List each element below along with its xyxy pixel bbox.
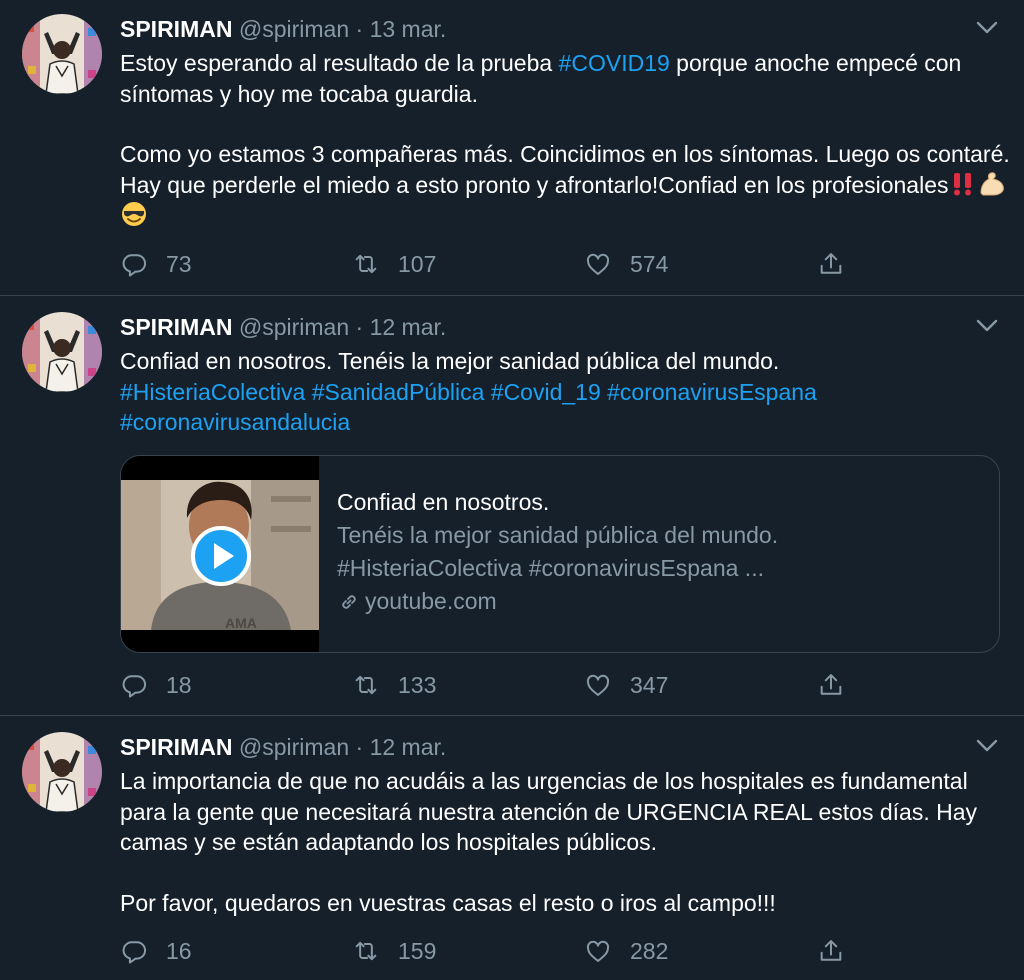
share-icon xyxy=(817,937,845,965)
tweet-header: SPIRIMAN @spiriman · 12 mar. xyxy=(120,732,446,762)
link-icon xyxy=(342,594,356,609)
hashtag-link[interactable]: #Covid_19 xyxy=(491,379,601,405)
svg-text:AMA: AMA xyxy=(225,615,257,631)
like-button[interactable]: 282 xyxy=(584,934,668,968)
tweet-text: Confiad en nosotros. Tenéis la mejor san… xyxy=(120,346,1010,438)
user-handle[interactable]: @spiriman xyxy=(239,16,349,42)
like-button[interactable]: 574 xyxy=(584,247,668,281)
display-name[interactable]: SPIRIMAN xyxy=(120,16,232,42)
share-icon xyxy=(817,671,845,699)
like-icon xyxy=(584,937,612,965)
tweet-text-part: Confiad en nosotros. Tenéis la mejor san… xyxy=(120,348,780,374)
reply-icon xyxy=(120,250,148,278)
display-name[interactable]: SPIRIMAN xyxy=(120,734,232,760)
play-icon[interactable] xyxy=(191,526,251,586)
hashtag-link[interactable]: #COVID19 xyxy=(559,50,670,76)
card-domain-text: youtube.com xyxy=(365,588,497,614)
hashtag-link[interactable]: #coronavirusandalucia xyxy=(120,409,350,435)
share-button[interactable] xyxy=(817,934,845,968)
tweet[interactable]: SPIRIMAN @spiriman · 13 mar. Estoy esper… xyxy=(0,0,1024,296)
tweet-text: Estoy esperando al resultado de la prueb… xyxy=(120,48,1010,231)
like-icon xyxy=(584,671,612,699)
avatar[interactable] xyxy=(22,732,102,812)
link-preview-card[interactable]: AMA Confiad en nosotros. Tenéis la mejor… xyxy=(120,455,1000,653)
tweet-date[interactable]: 12 mar. xyxy=(370,734,447,760)
retweet-count: 133 xyxy=(398,671,437,698)
share-icon xyxy=(817,250,845,278)
hashtag-link[interactable]: #SanidadPública xyxy=(312,379,485,405)
tweet-date[interactable]: 12 mar. xyxy=(370,314,447,340)
card-description: #HisteriaColectiva #coronavirusEspana ..… xyxy=(337,555,764,581)
reply-button[interactable]: 18 xyxy=(120,668,192,702)
retweet-button[interactable]: 107 xyxy=(352,247,436,281)
tweet-actions: 16 159 282 xyxy=(120,934,1000,968)
hashtag-link[interactable]: #coronavirusEspana xyxy=(607,379,817,405)
card-domain: youtube.com xyxy=(337,585,983,618)
separator-dot: · xyxy=(355,16,364,42)
tweet-text-part: Como yo estamos 3 compañeras más. Coinci… xyxy=(120,141,1010,198)
reply-button[interactable]: 16 xyxy=(120,934,192,968)
separator-dot: · xyxy=(355,314,364,340)
card-details: Confiad en nosotros. Tenéis la mejor san… xyxy=(337,486,983,618)
card-description: Tenéis la mejor sanidad pública del mund… xyxy=(337,522,779,548)
flexed-biceps-emoji xyxy=(979,172,1004,196)
like-count: 347 xyxy=(630,671,669,698)
retweet-icon xyxy=(352,250,380,278)
share-button[interactable] xyxy=(817,668,845,702)
hashtag-link[interactable]: #HisteriaColectiva xyxy=(120,379,305,405)
tweet-header: SPIRIMAN @spiriman · 12 mar. xyxy=(120,312,446,342)
tweet-text-part: Estoy esperando al resultado de la prueb… xyxy=(120,50,559,76)
like-count: 574 xyxy=(630,250,669,277)
avatar[interactable] xyxy=(22,312,102,392)
chevron-down-icon[interactable] xyxy=(974,18,1000,38)
tweet-date[interactable]: 13 mar. xyxy=(370,16,447,42)
separator-dot: · xyxy=(355,734,364,760)
card-title: Confiad en nosotros. xyxy=(337,489,550,515)
tweet-text-part: Por favor, quedaros en vuestras casas el… xyxy=(120,889,776,916)
avatar[interactable] xyxy=(22,14,102,94)
reply-count: 18 xyxy=(166,671,192,698)
tweet[interactable]: SPIRIMAN @spiriman · 12 mar. La importan… xyxy=(0,716,1024,980)
reply-count: 16 xyxy=(166,937,192,964)
like-button[interactable]: 347 xyxy=(584,668,668,702)
timeline-feed: SPIRIMAN @spiriman · 13 mar. Estoy esper… xyxy=(0,0,1024,980)
user-handle[interactable]: @spiriman xyxy=(239,734,349,760)
reply-count: 73 xyxy=(166,250,192,277)
reply-icon xyxy=(120,937,148,965)
retweet-button[interactable]: 133 xyxy=(352,668,436,702)
tweet-header: SPIRIMAN @spiriman · 13 mar. xyxy=(120,14,446,44)
user-handle[interactable]: @spiriman xyxy=(239,314,349,340)
double-exclamation-emoji xyxy=(953,172,971,196)
reply-button[interactable]: 73 xyxy=(120,247,192,281)
display-name[interactable]: SPIRIMAN xyxy=(120,314,232,340)
tweet-actions: 18 133 347 xyxy=(120,668,1000,702)
retweet-button[interactable]: 159 xyxy=(352,934,436,968)
tweet-text-part: La importancia de que no acudáis a las u… xyxy=(120,768,978,856)
retweet-icon xyxy=(352,671,380,699)
reply-icon xyxy=(120,671,148,699)
video-thumbnail[interactable]: AMA xyxy=(121,456,319,652)
chevron-down-icon[interactable] xyxy=(974,736,1000,756)
smiling-face-with-sunglasses-emoji xyxy=(122,202,146,227)
retweet-count: 107 xyxy=(398,250,437,277)
tweet-text: La importancia de que no acudáis a las u… xyxy=(120,766,1010,918)
chevron-down-icon[interactable] xyxy=(974,316,1000,336)
retweet-icon xyxy=(352,937,380,965)
share-button[interactable] xyxy=(817,247,845,281)
like-icon xyxy=(584,250,612,278)
like-count: 282 xyxy=(630,937,669,964)
retweet-count: 159 xyxy=(398,937,437,964)
tweet-actions: 73 107 574 xyxy=(120,247,1000,281)
tweet[interactable]: SPIRIMAN @spiriman · 12 mar. Confiad en … xyxy=(0,296,1024,716)
